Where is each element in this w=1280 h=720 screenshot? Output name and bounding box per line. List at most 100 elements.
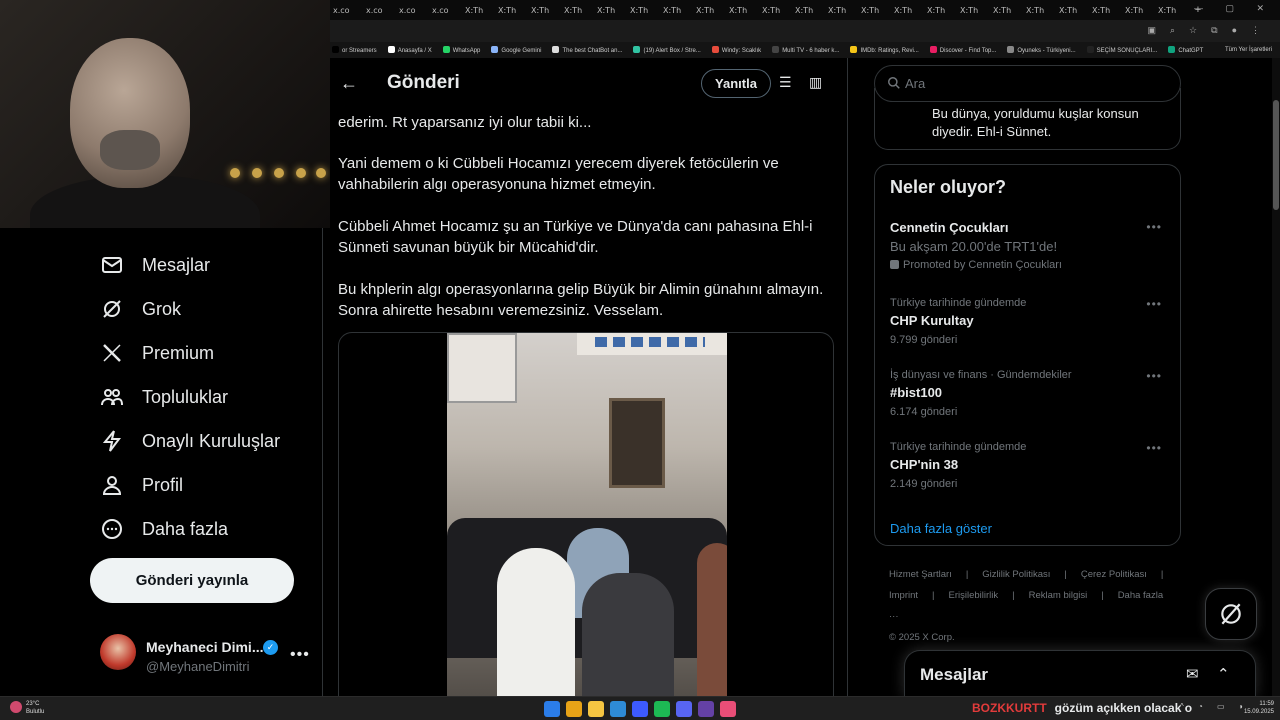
more-icon[interactable]: ••• [1146, 220, 1162, 234]
taskbar-app-icon[interactable] [676, 701, 692, 717]
nav-item-daha-fazla[interactable]: Daha fazla [100, 514, 228, 544]
browser-tab[interactable]: X:Th [561, 6, 594, 15]
trend-item[interactable]: Türkiye tarihinde gündemde CHP'nin 38 2.14… [890, 441, 1170, 490]
messages-drawer[interactable]: Mesajlar ✉ ⌃ [904, 650, 1256, 696]
nav-item-premium[interactable]: Premium [100, 338, 214, 368]
browser-tab[interactable]: X:Th [792, 6, 825, 15]
nav-item-grok[interactable]: Grok [100, 294, 181, 324]
footer-link[interactable]: Erişilebilirlik [949, 590, 999, 601]
browser-tab[interactable]: X:Th [1155, 6, 1188, 15]
trend-item[interactable]: Türkiye tarihinde gündemde CHP Kurultay 9.… [890, 297, 1170, 346]
clock[interactable]: 11:59 15.09.2025 [1240, 700, 1274, 716]
bookmark-item[interactable]: Discover - Find Top... [929, 46, 996, 54]
profile-icon[interactable]: ● [1232, 25, 1237, 36]
browser-tab[interactable]: X:Th [825, 6, 858, 15]
browser-tab[interactable]: x.co [429, 6, 462, 15]
taskbar-app-icon[interactable] [698, 701, 714, 717]
browser-tab[interactable]: X:Th [627, 6, 660, 15]
bookmark-item[interactable]: Windy: Scaklık [711, 46, 761, 54]
bookmark-favicon-icon [929, 46, 937, 53]
bookmark-item[interactable]: Multi TV - 6 haber k... [772, 46, 839, 54]
weather-icon [10, 701, 22, 713]
browser-tab[interactable]: X:Th [693, 6, 726, 15]
filter-icon[interactable]: ☰ [779, 74, 792, 91]
browser-tab[interactable]: X:Th [759, 6, 792, 15]
bookmark-item[interactable]: Google Gemini [491, 46, 541, 54]
bookmark-item[interactable]: or Streamers [332, 46, 377, 54]
trend-item[interactable]: İş dünyası ve finans · Gündemdekiler #bis… [890, 369, 1170, 418]
show-more-link[interactable]: Daha fazla göster [890, 521, 992, 536]
bookmark-item[interactable]: IMDb: Ratings, Revi... [850, 46, 919, 54]
taskbar-app-icon[interactable] [720, 701, 736, 717]
back-arrow-icon[interactable]: ← [340, 73, 358, 94]
browser-tab[interactable]: X:Th [462, 6, 495, 15]
bookmark-item[interactable]: (19) Alert Box / Stre... [633, 46, 701, 54]
weather-widget[interactable]: 23°C Bulutlu [10, 700, 44, 716]
account-more-icon[interactable]: ••• [290, 646, 310, 664]
browser-tab[interactable]: x.co [363, 6, 396, 15]
taskbar-app-icon[interactable] [654, 701, 670, 717]
all-bookmarks[interactable]: Tüm Yer İşaretleri [1225, 47, 1272, 53]
expand-icon[interactable]: ⌃ [1217, 665, 1230, 683]
bookmark-item[interactable]: WhatsApp [442, 46, 480, 54]
browser-tab[interactable]: X:Th [660, 6, 693, 15]
browser-tab-bar: x.co x.co x.co x.co X:Th X:Th X:Th X:Th X:Th X:Th… [330, 0, 1280, 20]
nav-item-onaylı-kuruluşlar[interactable]: Onaylı Kuruluşlar [100, 426, 280, 456]
browser-tab[interactable]: X:Th [990, 6, 1023, 15]
post-media[interactable] [338, 332, 834, 696]
reply-button[interactable]: Yanıtla [701, 69, 771, 98]
bookmark-item[interactable]: SEÇİM SONUÇLARI... [1086, 46, 1157, 54]
browser-tab[interactable]: X:Th [1023, 6, 1056, 15]
nav-item-mesajlar[interactable]: Mesajlar [100, 250, 210, 280]
browser-tab[interactable]: X:Th [957, 6, 990, 15]
taskbar-app-icon[interactable] [544, 701, 560, 717]
browser-tab[interactable]: X:Th [924, 6, 957, 15]
browser-tab[interactable]: X:Th [495, 6, 528, 15]
address-bar[interactable]: ▣ ⌕ ☆ ⧉ ● ⋮ [330, 20, 1280, 42]
bookmark-item[interactable]: The best ChatBot an... [552, 46, 622, 54]
browser-tab[interactable]: X:Th [528, 6, 561, 15]
screenshot-icon[interactable]: ▣ [1147, 25, 1156, 36]
footer-link[interactable]: Imprint [889, 590, 918, 601]
more-icon[interactable]: ••• [1146, 297, 1162, 311]
zoom-icon[interactable]: ⌕ [1170, 25, 1175, 36]
promoted-trend[interactable]: Cennetin Çocukları Bu akşam 20.00'de TRT… [890, 220, 1170, 271]
footer-link[interactable]: Gizlilik Politikası [982, 569, 1050, 580]
browser-tab[interactable]: X:Th [1056, 6, 1089, 15]
bookmark-item[interactable]: Anasayfa / X [387, 46, 432, 54]
taskbar-app-icon[interactable] [588, 701, 604, 717]
window-controls[interactable]: — ▢ ✕ [1194, 3, 1274, 14]
browser-tab[interactable]: X:Th [1122, 6, 1155, 15]
grok-button[interactable] [1205, 588, 1257, 640]
footer-link[interactable]: Reklam bilgisi [1029, 590, 1088, 601]
scrollbar-thumb[interactable] [1273, 100, 1279, 210]
bookmark-item[interactable]: ChatGPT [1168, 46, 1203, 54]
browser-tab[interactable]: X:Th [1089, 6, 1122, 15]
browser-tab[interactable]: X:Th [858, 6, 891, 15]
nav-item-profil[interactable]: Profil [100, 470, 183, 500]
account-switcher[interactable]: Meyhaneci Dimi... ✓ @MeyhaneDimitri ••• [100, 630, 310, 680]
more-icon[interactable]: ••• [1146, 369, 1162, 383]
taskbar-app-icon[interactable] [632, 701, 648, 717]
browser-tab[interactable]: x.co [396, 6, 429, 15]
footer-link[interactable]: Hizmet Şartları [889, 569, 952, 580]
taskbar-app-icon[interactable] [566, 701, 582, 717]
menu-icon[interactable]: ⋮ [1251, 25, 1260, 36]
reader-icon[interactable]: ▥ [809, 74, 822, 91]
browser-tab[interactable]: x.co [330, 6, 363, 15]
extensions-icon[interactable]: ⧉ [1211, 25, 1217, 36]
star-icon[interactable]: ☆ [1189, 25, 1197, 36]
new-message-icon[interactable]: ✉ [1186, 665, 1199, 683]
post-photo[interactable] [447, 333, 727, 696]
nav-item-topluluklar[interactable]: Topluluklar [100, 382, 228, 412]
bookmark-item[interactable]: Oyuneks - Türkiyeni... [1007, 46, 1076, 54]
footer-link[interactable]: Çerez Politikası [1081, 569, 1147, 580]
search-input[interactable]: Ara [874, 65, 1181, 102]
post-button[interactable]: Gönderi yayınla [90, 558, 294, 603]
taskbar-app-icon[interactable] [610, 701, 626, 717]
browser-tab[interactable]: X:Th [594, 6, 627, 15]
browser-tab[interactable]: X:Th [726, 6, 759, 15]
browser-tab[interactable]: X:Th [891, 6, 924, 15]
more-icon[interactable]: ••• [1146, 441, 1162, 455]
footer-link[interactable]: Daha fazla ··· [889, 590, 1163, 622]
